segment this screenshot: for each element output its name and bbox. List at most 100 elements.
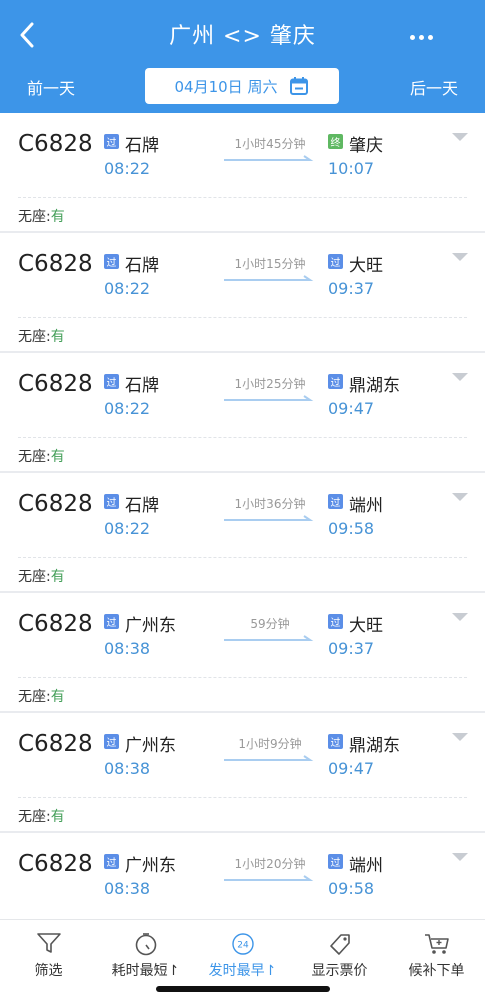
expand-caret-icon[interactable] [452,613,468,621]
divider [18,797,467,798]
tab-earliest-departure[interactable]: 24 发时最早↾ [194,920,291,990]
depart-time: 08:38 [104,879,151,898]
prev-day-button[interactable]: 前一天 [27,75,75,99]
train-number: C6828 [18,371,93,397]
duration: 1小时36分钟 [234,497,306,511]
tab-label: 显示票价 [311,963,368,979]
more-menu-button[interactable] [401,22,441,52]
train-number: C6828 [18,611,93,637]
from-station-tag: 过 [104,734,119,749]
train-card[interactable]: C6828 过石牌 08:22 1小时25分钟过鼎湖东 09:47 无座:有 [0,353,485,473]
duration-arrow-icon [224,875,314,881]
depart-time: 08:22 [104,519,151,538]
depart-time: 08:22 [104,279,151,298]
duration: 59分钟 [250,617,290,631]
tab-show-price[interactable]: 显示票价 [291,920,388,990]
arrive-time: 09:37 [328,279,375,298]
expand-caret-icon[interactable] [452,253,468,261]
divider [18,557,467,558]
date-selector[interactable]: 04月10日 周六 [145,68,339,104]
seat-availability: 无座:有 [18,686,65,706]
seat-label: 无座: [18,569,51,585]
date-value: 04月10日 [174,77,243,96]
duration-arrow-icon [224,515,314,521]
train-card[interactable]: C6828 过广州东 08:38 1小时20分钟过端州 09:58 [0,833,485,919]
duration-arrow-icon [224,635,314,641]
tab-label: 耗时最短↾ [111,963,180,979]
tab-filter[interactable]: 筛选 [0,920,97,990]
seat-value: 有 [50,209,65,225]
seat-availability: 无座:有 [18,206,65,226]
seat-availability: 无座:有 [18,326,65,346]
from-station: 广州东 [125,736,176,756]
tab-shortest-duration[interactable]: 耗时最短↾ [97,920,194,990]
to-station: 大旺 [349,256,383,276]
from-station-tag: 过 [104,614,119,629]
from-station: 石牌 [125,376,159,396]
from-station: 广州东 [125,856,176,876]
depart-time: 08:38 [104,759,151,778]
train-number: C6828 [18,851,93,877]
to-station: 鼎湖东 [349,376,400,396]
home-indicator[interactable] [156,986,330,992]
train-card[interactable]: C6828 过广州东 08:38 1小时9分钟过鼎湖东 09:47 无座:有 [0,713,485,833]
expand-caret-icon[interactable] [452,133,468,141]
from-station: 石牌 [125,256,159,276]
duration-arrow-icon [224,755,314,761]
to-station-tag: 过 [328,854,343,869]
seat-value: 有 [50,809,65,825]
to-station: 端州 [349,496,383,516]
expand-caret-icon[interactable] [452,733,468,741]
seat-availability: 无座:有 [18,806,65,826]
train-card[interactable]: C6828 过石牌 08:22 1小时36分钟过端州 09:58 无座:有 [0,473,485,593]
seat-value: 有 [50,569,65,585]
seat-label: 无座: [18,449,51,465]
from-station-tag: 过 [104,254,119,269]
from-station: 石牌 [125,136,159,156]
duration: 1小时25分钟 [234,377,306,391]
train-card[interactable]: C6828 过石牌 08:22 1小时45分钟 终肇庆 10:07 无座:有 [0,113,485,233]
divider [18,677,467,678]
to-station-tag: 过 [328,374,343,389]
header: 广州 <> 肇庆 前一天 04月10日 周六 后一天 [0,0,485,113]
arrive-time: 09:58 [328,519,375,538]
train-number: C6828 [18,491,93,517]
stopwatch-icon [135,933,156,956]
arrive-time: 09:47 [328,399,375,418]
from-station: 石牌 [125,496,159,516]
from-station-tag: 过 [104,494,119,509]
expand-caret-icon[interactable] [452,373,468,381]
seat-value: 有 [50,329,65,345]
train-number: C6828 [18,731,93,757]
duration-arrow-icon [224,395,314,401]
seat-label: 无座: [18,689,51,705]
from-station: 广州东 [125,616,176,636]
expand-caret-icon[interactable] [452,853,468,861]
date-text: 04月10日 周六 [175,76,278,97]
arrive-time: 10:07 [328,159,375,178]
from-station-tag: 过 [104,374,119,389]
depart-time: 08:38 [104,639,151,658]
tab-label: 发时最早↾ [208,963,277,979]
cart-icon [424,934,449,954]
train-card[interactable]: C6828 过广州东 08:38 59分钟过大旺 09:37 无座:有 [0,593,485,713]
train-card[interactable]: C6828 过石牌 08:22 1小时15分钟过大旺 09:37 无座:有 [0,233,485,353]
train-list: C6828 过石牌 08:22 1小时45分钟终肇庆 10:07 无座:有 C6828 过石牌… [0,113,485,919]
depart-time: 08:22 [104,159,151,178]
price-tag-icon [329,934,350,955]
to-station-tag: 过 [328,494,343,509]
arrive-time: 09:58 [328,879,375,898]
weekday-value: 周六 [247,77,278,96]
tab-waitlist-order[interactable]: 候补下单 [388,920,485,990]
to-station-tag: 终 [328,134,343,149]
seat-label: 无座: [18,209,51,225]
expand-caret-icon[interactable] [452,493,468,501]
to-station: 鼎湖东 [349,736,400,756]
duration: 1小时9分钟 [238,737,302,751]
duration-arrow-icon [224,155,314,161]
next-day-button[interactable]: 后一天 [410,75,458,99]
more-dot [427,34,433,40]
divider [18,437,467,438]
train-number: C6828 [18,251,93,277]
seat-availability: 无座:有 [18,446,65,466]
